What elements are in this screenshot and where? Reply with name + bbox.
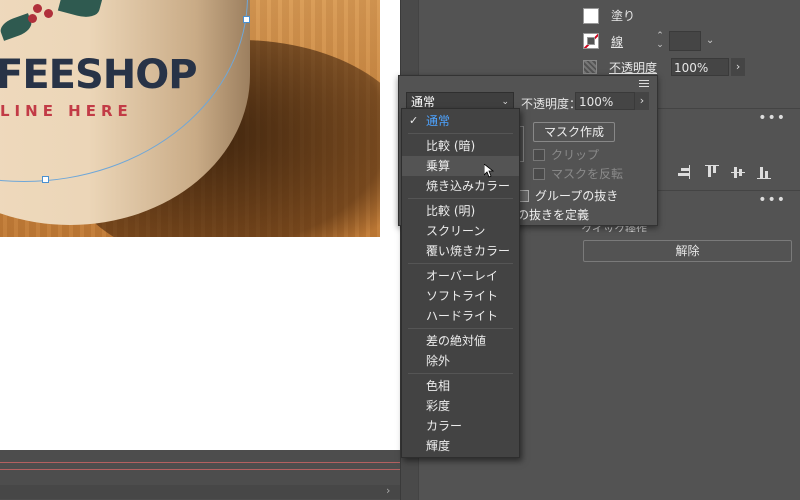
stroke-weight-stepper[interactable]: ⌃ ⌄ bbox=[653, 32, 667, 50]
transparency-opacity-label: 不透明度： bbox=[521, 97, 582, 111]
blend-mode-option[interactable]: 乗算 bbox=[402, 156, 519, 176]
opacity-label[interactable]: 不透明度 bbox=[609, 59, 657, 76]
blend-mode-option[interactable]: ハードライト bbox=[402, 306, 519, 326]
blend-mode-option[interactable]: 色相 bbox=[402, 376, 519, 396]
blend-mode-menu: 通常 ✓ 比較 (暗) 乗算 焼き込みカラー 比較 (明) スクリーン 覆い焼きカラー オーバー… bbox=[401, 108, 520, 458]
align-vertical-center-icon[interactable] bbox=[731, 165, 745, 179]
opacity-row: 不透明度 100% › bbox=[583, 58, 746, 76]
opacity-icon bbox=[583, 60, 597, 74]
selection-handle[interactable] bbox=[243, 16, 250, 23]
opacity-input[interactable]: 100% bbox=[671, 58, 730, 76]
align-top-icon[interactable] bbox=[705, 165, 719, 179]
align-bottom-icon[interactable] bbox=[757, 165, 771, 179]
blend-mode-option[interactable]: 比較 (明) bbox=[402, 201, 519, 221]
blend-mode-option[interactable]: 彩度 bbox=[402, 396, 519, 416]
horizontal-scrollbar[interactable] bbox=[0, 485, 400, 499]
menu-separator bbox=[408, 328, 513, 329]
knockout-group-row: グループの抜き bbox=[517, 187, 618, 204]
blend-mode-option[interactable]: カラー bbox=[402, 416, 519, 436]
opacity-expand-icon[interactable]: › bbox=[731, 58, 746, 76]
blend-mode-option[interactable]: 通常 ✓ bbox=[402, 111, 519, 131]
menu-separator bbox=[408, 263, 513, 264]
transparency-opacity-input[interactable]: 100% bbox=[575, 92, 635, 110]
invert-mask-checkbox[interactable] bbox=[533, 167, 545, 180]
coffee-cup-image[interactable]: FEESHOP LINE HERE bbox=[0, 0, 380, 237]
knockout-group-label: グループの抜き bbox=[535, 189, 619, 203]
checkmark-icon: ✓ bbox=[409, 114, 419, 127]
blend-mode-value: 通常 bbox=[411, 95, 436, 109]
selection-handle[interactable] bbox=[42, 176, 49, 183]
invert-mask-label: マスクを反転 bbox=[551, 167, 624, 181]
blend-mode-option[interactable]: 除外 bbox=[402, 351, 519, 371]
clip-checkbox[interactable] bbox=[533, 148, 545, 161]
blend-mode-option[interactable]: 輝度 bbox=[402, 436, 519, 456]
more-options-icon[interactable]: ••• bbox=[758, 110, 786, 126]
blend-mode-option[interactable]: スクリーン bbox=[402, 221, 519, 241]
panel-menu-icon[interactable] bbox=[639, 80, 649, 88]
more-options-icon[interactable]: ••• bbox=[758, 192, 786, 208]
blend-mode-option[interactable]: ソフトライト bbox=[402, 286, 519, 306]
canvas-bottom-area bbox=[0, 450, 400, 500]
make-mask-button[interactable]: マスク作成 bbox=[533, 122, 615, 142]
blend-mode-option[interactable]: 比較 (暗) bbox=[402, 136, 519, 156]
scroll-right-arrow-icon[interactable]: › bbox=[386, 484, 390, 497]
transparency-opacity-expand-icon[interactable]: › bbox=[635, 92, 649, 110]
menu-separator bbox=[408, 198, 513, 199]
clip-label: クリップ bbox=[551, 148, 600, 162]
clip-checkbox-row: クリップ bbox=[533, 146, 599, 163]
release-button[interactable]: 解除 bbox=[583, 240, 792, 262]
blend-mode-option[interactable]: 焼き込みカラー bbox=[402, 176, 519, 196]
mouse-pointer-icon bbox=[483, 163, 495, 178]
define-knockout-label[interactable]: の抜きを定義 bbox=[517, 206, 589, 223]
blend-mode-option[interactable]: 差の絶対値 bbox=[402, 331, 519, 351]
fill-row: 塗り bbox=[583, 7, 635, 24]
stroke-swatch[interactable] bbox=[583, 33, 599, 49]
guide-line bbox=[0, 469, 400, 470]
blend-mode-option[interactable]: 覆い焼きカラー bbox=[402, 241, 519, 261]
fill-label: 塗り bbox=[611, 9, 636, 23]
artboard[interactable]: FEESHOP LINE HERE bbox=[0, 0, 400, 450]
align-right-icon[interactable] bbox=[677, 165, 691, 179]
canvas-area[interactable]: FEESHOP LINE HERE › bbox=[0, 0, 400, 500]
stroke-label[interactable]: 線 bbox=[611, 33, 623, 50]
blend-mode-option[interactable]: オーバーレイ bbox=[402, 266, 519, 286]
stroke-weight-dropdown-icon[interactable]: ⌄ bbox=[703, 32, 717, 50]
stroke-row: 線 ⌃ ⌄ ⌄ bbox=[583, 31, 717, 51]
invert-mask-checkbox-row: マスクを反転 bbox=[533, 165, 623, 182]
fill-swatch[interactable] bbox=[583, 7, 599, 24]
menu-separator bbox=[408, 133, 513, 134]
menu-separator bbox=[408, 373, 513, 374]
guide-line bbox=[0, 462, 400, 463]
stroke-weight-input[interactable] bbox=[669, 31, 702, 51]
